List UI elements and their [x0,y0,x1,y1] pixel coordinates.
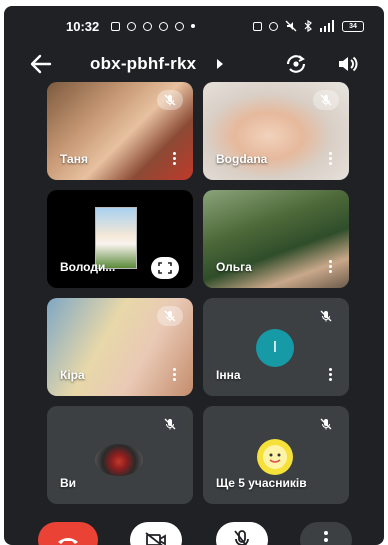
status-time: 10:32 [66,18,100,34]
mic-toggle-button[interactable] [216,522,268,545]
back-arrow-icon[interactable] [30,54,52,74]
alarm-icon [269,21,278,31]
fullscreen-button[interactable] [151,257,179,279]
more-vert-icon[interactable] [327,152,333,166]
more-vert-icon[interactable] [327,260,333,274]
mic-off-badge [157,306,183,326]
fullscreen-icon [158,262,172,274]
mic-off-icon [234,530,249,545]
participant-name: Інна [216,368,241,382]
notification-icon [111,21,121,31]
meeting-app-bar: obx-pbhf-rkx [4,46,384,82]
meeting-details-caret-icon[interactable] [217,59,223,69]
more-vert-icon[interactable] [171,152,177,166]
mic-off-badge [157,90,183,110]
mic-off-badge [313,414,339,434]
participant-name: Володи... [60,260,116,274]
participant-tile[interactable]: Ольга [203,190,349,288]
bluetooth-icon [304,20,312,32]
more-vert-icon [324,531,328,545]
more-participants-label: Ще 5 учасників [216,476,307,490]
more-vert-icon[interactable] [327,368,333,382]
call-controls [4,514,384,545]
battery-icon: 34 [342,20,364,32]
participant-name: Таня [60,152,88,166]
self-tile[interactable]: Ви [47,406,193,504]
participant-tile[interactable]: Таня [47,82,193,180]
mic-off-badge [313,306,339,326]
participant-tile[interactable]: І Інна [203,298,349,396]
sun-avatar-icon [257,439,293,475]
participant-tile[interactable]: Bogdana [203,82,349,180]
system-icons: 34 [253,20,364,32]
mic-off-badge [313,90,339,110]
meeting-code[interactable]: obx-pbhf-rkx [90,54,196,74]
camera-off-icon [145,532,166,545]
more-notifications-dot-icon [191,24,196,28]
mic-off-icon [320,94,332,106]
notification-icon [175,21,185,31]
mic-off-icon [164,310,176,322]
mic-off-icon [320,310,332,322]
nfc-icon [253,21,262,31]
avatar [95,444,143,476]
notification-icon [143,21,153,31]
phone-frame: 10:32 34 obx-pbhf-rkx Таня Bogdana Волод… [0,0,388,545]
participant-name: Ви [60,476,77,490]
more-participants-tile[interactable]: Ще 5 учасників [203,406,349,504]
more-options-button[interactable] [300,522,352,545]
status-bar: 10:32 34 [4,14,384,38]
participant-tile[interactable]: Володи... [47,190,193,288]
more-vert-icon[interactable] [171,368,177,382]
meet-screen: 10:32 34 obx-pbhf-rkx Таня Bogdana Волод… [4,6,384,545]
switch-camera-icon[interactable] [284,52,308,76]
notification-icon [127,21,137,31]
avatar: І [256,329,294,367]
mic-off-icon [164,418,176,430]
notification-icon [159,21,169,31]
end-call-button[interactable] [38,522,98,545]
notification-icons [111,21,196,31]
participant-name: Ольга [216,260,252,274]
speaker-icon[interactable] [336,53,358,75]
participant-name: Кіра [60,368,85,382]
signal-icon [320,20,334,32]
end-call-icon [58,538,78,544]
mic-off-badge [157,414,183,434]
participant-name: Bogdana [216,152,268,166]
mute-status-icon [285,20,297,32]
participant-tile[interactable]: Кіра [47,298,193,396]
mic-off-icon [164,94,176,106]
mic-off-icon [320,418,332,430]
camera-toggle-button[interactable] [130,522,182,545]
